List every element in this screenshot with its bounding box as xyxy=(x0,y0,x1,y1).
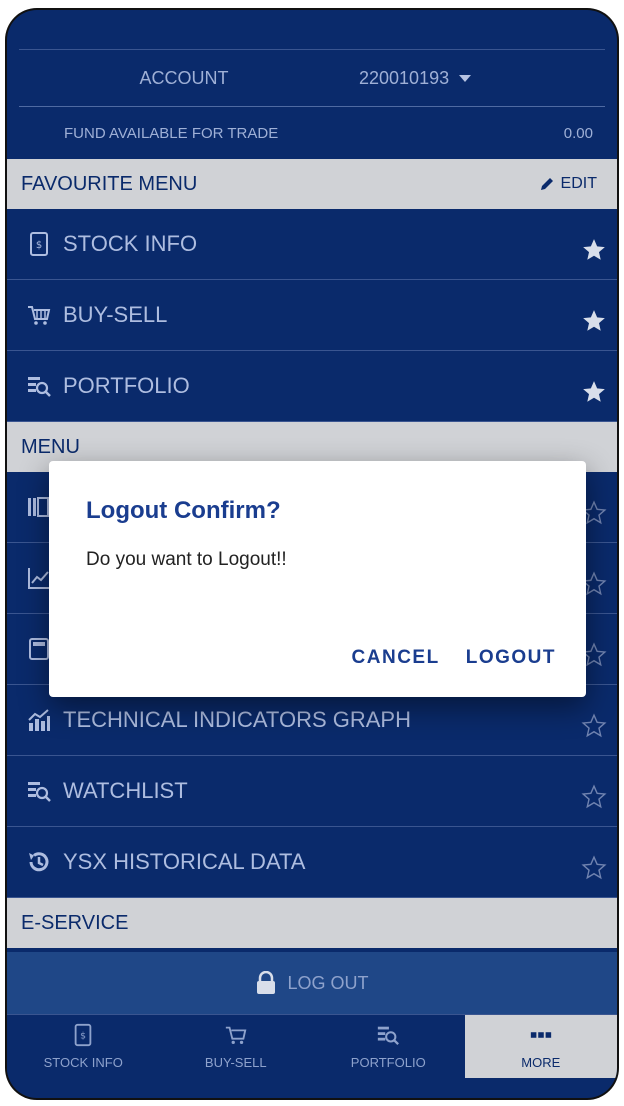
bottom-nav: $ STOCK INFO BUY-SELL PORTFOLIO MORE xyxy=(7,1014,617,1078)
star-filled-icon[interactable] xyxy=(581,308,607,334)
star-filled-icon[interactable] xyxy=(581,237,607,263)
dialog-title: Logout Confirm? xyxy=(86,497,281,524)
account-number: 220010193 xyxy=(359,67,450,88)
cancel-button[interactable]: CANCEL xyxy=(352,647,440,669)
lock-icon xyxy=(257,971,276,994)
favourite-item-buy-sell[interactable]: BUY-SELL xyxy=(7,280,617,351)
menu-item-watchlist[interactable]: WATCHLIST xyxy=(7,756,617,827)
more-icon xyxy=(530,1032,551,1038)
account-label: ACCOUNT xyxy=(139,67,229,88)
watchlist-icon xyxy=(25,777,53,805)
favourite-item-portfolio[interactable]: PORTFOLIO xyxy=(7,351,617,422)
favourite-menu-title: FAVOURITE MENU xyxy=(21,172,198,195)
star-outline-icon[interactable] xyxy=(581,713,607,739)
history-icon xyxy=(25,848,53,876)
portfolio-icon xyxy=(378,1026,400,1046)
fund-label: FUND AVAILABLE FOR TRADE xyxy=(64,124,279,142)
dropdown-caret-icon[interactable] xyxy=(459,74,472,82)
fund-available-row: FUND AVAILABLE FOR TRADE 0.00 xyxy=(7,107,617,159)
favourite-item-label: BUY-SELL xyxy=(63,302,168,327)
edit-button[interactable]: EDIT xyxy=(539,175,597,193)
eservice-header: E-SERVICE xyxy=(7,898,617,948)
nav-tab-portfolio[interactable]: PORTFOLIO xyxy=(312,1015,465,1078)
stock-info-icon: $ xyxy=(25,230,53,258)
nav-tab-label: BUY-SELL xyxy=(204,1055,267,1070)
logout-button[interactable]: LOGOUT xyxy=(466,647,556,669)
favourite-item-label: STOCK INFO xyxy=(63,231,198,256)
menu-item-label: TECHNICAL INDICATORS GRAPH xyxy=(63,707,411,732)
logout-bar-label: LOG OUT xyxy=(287,972,369,993)
stock-info-icon: $ xyxy=(74,1023,92,1047)
svg-text:$: $ xyxy=(80,1031,86,1042)
nav-tab-more[interactable]: MORE xyxy=(464,1015,617,1078)
nav-tab-label: PORTFOLIO xyxy=(350,1055,426,1070)
dialog-message: Do you want to Logout!! xyxy=(86,549,287,570)
favourite-menu-header: FAVOURITE MENU EDIT xyxy=(7,159,617,209)
nav-tab-label: MORE xyxy=(521,1055,561,1070)
fund-value: 0.00 xyxy=(563,124,593,142)
pencil-icon xyxy=(540,178,553,190)
bar-graph-icon xyxy=(25,706,53,734)
menu-item-label: WATCHLIST xyxy=(63,778,188,803)
edit-label: EDIT xyxy=(560,175,597,192)
menu-title: MENU xyxy=(21,435,80,458)
cart-icon xyxy=(225,1026,247,1045)
favourite-item-label: PORTFOLIO xyxy=(63,373,190,398)
nav-tab-label: STOCK INFO xyxy=(43,1055,123,1070)
star-outline-icon[interactable] xyxy=(581,784,607,810)
menu-item-ysx-historical[interactable]: YSX HISTORICAL DATA xyxy=(7,827,617,898)
logout-bar-button[interactable]: LOG OUT xyxy=(7,952,617,1014)
menu-item-label: YSX HISTORICAL DATA xyxy=(63,849,306,874)
account-selector[interactable]: ACCOUNT 220010193 xyxy=(19,50,605,107)
svg-text:$: $ xyxy=(36,240,42,251)
cart-icon xyxy=(25,301,53,329)
eservice-title: E-SERVICE xyxy=(21,911,129,934)
nav-tab-stock-info[interactable]: $ STOCK INFO xyxy=(7,1015,160,1078)
star-filled-icon[interactable] xyxy=(581,379,607,405)
favourite-item-stock-info[interactable]: $ STOCK INFO xyxy=(7,209,617,280)
star-outline-icon[interactable] xyxy=(581,855,607,881)
nav-tab-buy-sell[interactable]: BUY-SELL xyxy=(160,1015,313,1078)
logout-dialog: Logout Confirm? Do you want to Logout!! … xyxy=(49,461,586,697)
portfolio-icon xyxy=(25,372,53,400)
status-area xyxy=(19,10,605,50)
